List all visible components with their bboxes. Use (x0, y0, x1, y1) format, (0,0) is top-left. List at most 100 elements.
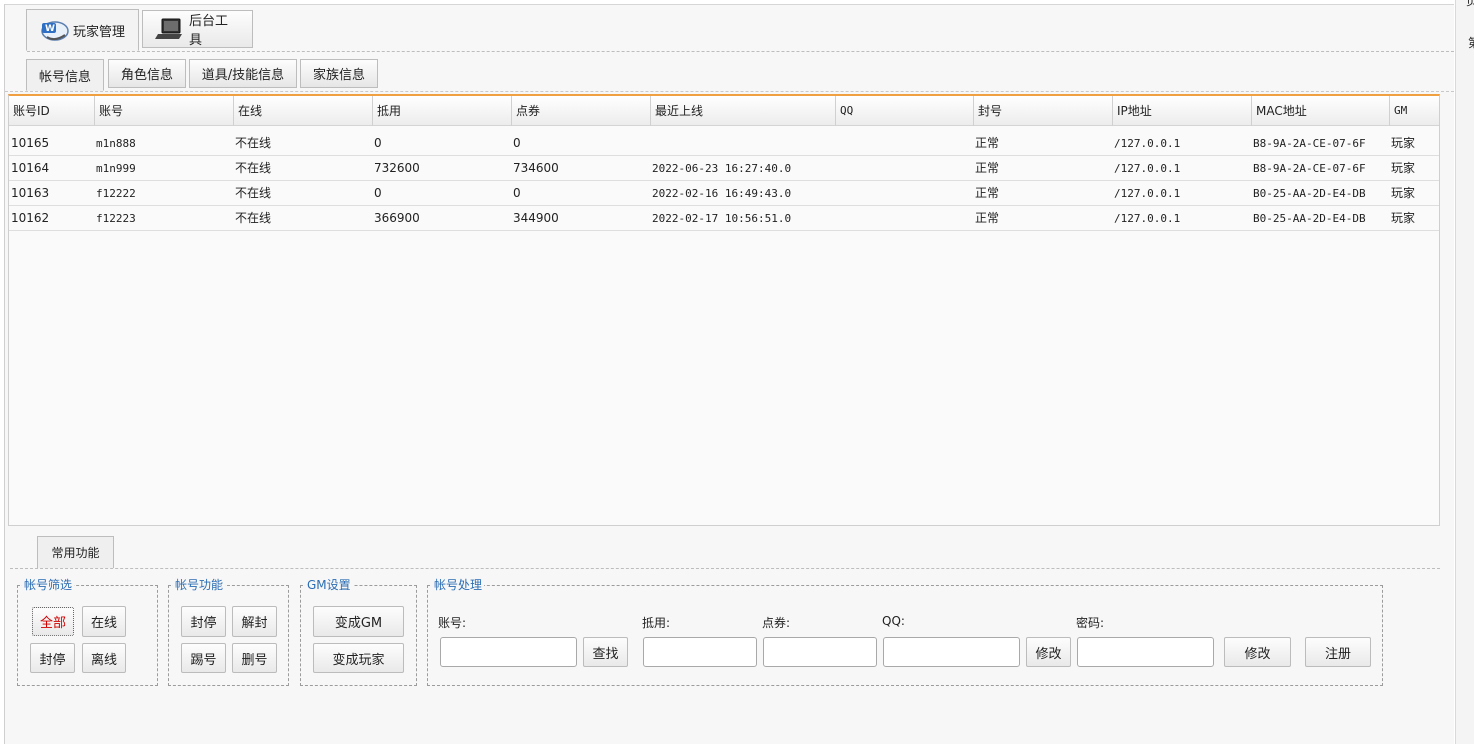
cell-online: 不在线 (235, 186, 272, 200)
account-table[interactable]: 账号ID 账号 在线 抵用 点券 最近上线 QQ 封号 IP地址 MAC地址 G… (8, 94, 1440, 526)
tab-family-info[interactable]: 家族信息 (300, 59, 378, 88)
cell-mac: B0-25-AA-2D-E4-DB (1253, 187, 1366, 200)
search-button[interactable]: 查找 (583, 637, 628, 667)
filter-all-button[interactable]: 全部 (32, 607, 74, 636)
tab-common-functions[interactable]: 常用功能 (37, 536, 114, 568)
cell-account-id: 10163 (11, 186, 50, 200)
cell-qq (835, 131, 837, 156)
gm-settings-group: GM设置 变成GM 变成玩家 (300, 578, 417, 686)
cell-gm: 玩家 (1391, 211, 1416, 225)
column-header-points[interactable]: 点券 (511, 96, 650, 126)
cell-account: m1n999 (96, 162, 136, 175)
cell-online: 不在线 (235, 161, 272, 175)
table-row[interactable]: 10164 m1n999 不在线 732600 734600 2022-06-23 16:… (9, 156, 1439, 181)
cell-last-online: 2022-02-17 10:56:51.0 (652, 212, 792, 225)
table-row[interactable]: 10162 f12223 不在线 366900 344900 2022-02-17 10:… (9, 206, 1439, 231)
ban-button[interactable]: 封停 (181, 606, 226, 637)
cell-coupon: 0 (374, 136, 382, 150)
account-processing-group: 帐号处理 账号: 抵用: 点券: QQ: 密码: 查找 修改 修改 注册 (427, 578, 1383, 686)
tab-item-skill-info[interactable]: 道具/技能信息 (189, 59, 297, 88)
make-gm-button[interactable]: 变成GM (313, 606, 404, 637)
column-header-account-id[interactable]: 账号ID (9, 96, 94, 126)
column-header-ip[interactable]: IP地址 (1112, 96, 1251, 126)
gm-settings-legend: GM设置 (305, 578, 353, 592)
cell-last-online: 2022-06-23 16:27:40.0 (652, 162, 792, 175)
cell-online: 不在线 (235, 136, 272, 150)
top-tabs-divider (27, 51, 1454, 52)
tab-backend-tools[interactable]: 后台工具 (142, 10, 253, 48)
account-label: 账号: (438, 616, 467, 630)
cell-account-id: 10164 (11, 161, 50, 175)
password-label: 密码: (1076, 616, 1105, 630)
cell-ip: /127.0.0.1 (1114, 187, 1181, 200)
tab-account-info-label: 帐号信息 (38, 69, 91, 85)
tab-role-info-label: 角色信息 (120, 68, 173, 83)
cell-last-online: 2022-02-16 16:49:43.0 (652, 187, 792, 200)
tab-player-management[interactable]: W 玩家管理 (26, 9, 139, 51)
cell-points: 734600 (513, 161, 559, 175)
cell-ban-status: 正常 (975, 211, 1000, 225)
filter-online-button[interactable]: 在线 (82, 606, 126, 637)
sub-tabs-divider (5, 91, 1454, 92)
adjacent-window-text-top: 页 (1466, 0, 1474, 9)
cell-qq (835, 181, 837, 206)
column-header-coupon[interactable]: 抵用 (372, 96, 511, 126)
cell-ban-status: 正常 (975, 186, 1000, 200)
player-window-icon: W (39, 18, 69, 42)
cell-gm: 玩家 (1391, 186, 1416, 200)
cell-points: 0 (513, 186, 521, 200)
cell-mac: B8-9A-2A-CE-07-6F (1253, 137, 1366, 150)
column-header-account[interactable]: 账号 (94, 96, 233, 126)
column-header-last-online[interactable]: 最近上线 (650, 96, 835, 126)
player-management-app: W 玩家管理 后台工具 帐号信息 角色信息 道具/技能信息 家族信息 账号ID (4, 4, 1454, 744)
column-header-ban-status[interactable]: 封号 (973, 96, 1112, 126)
filter-banned-button[interactable]: 封停 (30, 643, 75, 673)
tab-role-info[interactable]: 角色信息 (108, 59, 186, 88)
cell-account: m1n888 (96, 137, 136, 150)
column-header-gm[interactable]: GM (1389, 96, 1439, 126)
cell-points: 0 (513, 136, 521, 150)
modify-qq-button[interactable]: 修改 (1026, 637, 1071, 667)
make-player-button[interactable]: 变成玩家 (313, 643, 404, 673)
column-header-mac[interactable]: MAC地址 (1251, 96, 1389, 126)
cell-last-online (650, 131, 652, 156)
tab-account-info[interactable]: 帐号信息 (26, 59, 104, 91)
points-label: 点券: (762, 616, 791, 630)
cell-account: f12223 (96, 212, 136, 225)
cell-mac: B0-25-AA-2D-E4-DB (1253, 212, 1366, 225)
cell-gm: 玩家 (1391, 161, 1416, 175)
column-header-online[interactable]: 在线 (233, 96, 372, 126)
table-row[interactable]: 10163 f12222 不在线 0 0 2022-02-16 16:49:43.0 正常 /… (9, 181, 1439, 206)
filter-offline-button[interactable]: 离线 (82, 643, 126, 673)
cell-ip: /127.0.0.1 (1114, 212, 1181, 225)
account-processing-legend: 帐号处理 (432, 578, 485, 592)
cell-ban-status: 正常 (975, 136, 1000, 150)
cell-ip: /127.0.0.1 (1114, 137, 1181, 150)
tab-item-skill-info-label: 道具/技能信息 (201, 68, 285, 83)
password-input[interactable] (1077, 637, 1214, 667)
laptop-icon (155, 17, 185, 41)
column-header-qq[interactable]: QQ (835, 96, 973, 126)
cell-online: 不在线 (235, 211, 272, 225)
table-header: 账号ID 账号 在线 抵用 点券 最近上线 QQ 封号 IP地址 MAC地址 G… (9, 96, 1439, 126)
kick-button[interactable]: 踢号 (181, 643, 226, 673)
cell-ban-status: 正常 (975, 161, 1000, 175)
qq-input[interactable] (883, 637, 1020, 667)
tab-backend-tools-label: 后台工具 (189, 14, 229, 48)
function-tab-divider (10, 568, 1440, 569)
coupon-input[interactable] (643, 637, 757, 667)
cell-coupon: 0 (374, 186, 382, 200)
cell-account-id: 10162 (11, 211, 50, 225)
unban-button[interactable]: 解封 (232, 606, 277, 637)
register-button[interactable]: 注册 (1305, 637, 1371, 667)
cell-ip: /127.0.0.1 (1114, 162, 1181, 175)
tab-common-functions-label: 常用功能 (51, 546, 100, 560)
coupon-label: 抵用: (642, 616, 671, 630)
table-row[interactable]: 10165 m1n888 不在线 0 0 正常/127.0.0.1 B8-9A-2A-CE-… (9, 131, 1439, 156)
account-filter-group: 帐号筛选 全部 在线 封停 离线 (17, 578, 158, 686)
modify-button[interactable]: 修改 (1224, 637, 1291, 667)
delete-account-button[interactable]: 删号 (232, 643, 277, 673)
cell-points: 344900 (513, 211, 559, 225)
account-input[interactable] (440, 637, 577, 667)
points-input[interactable] (763, 637, 877, 667)
